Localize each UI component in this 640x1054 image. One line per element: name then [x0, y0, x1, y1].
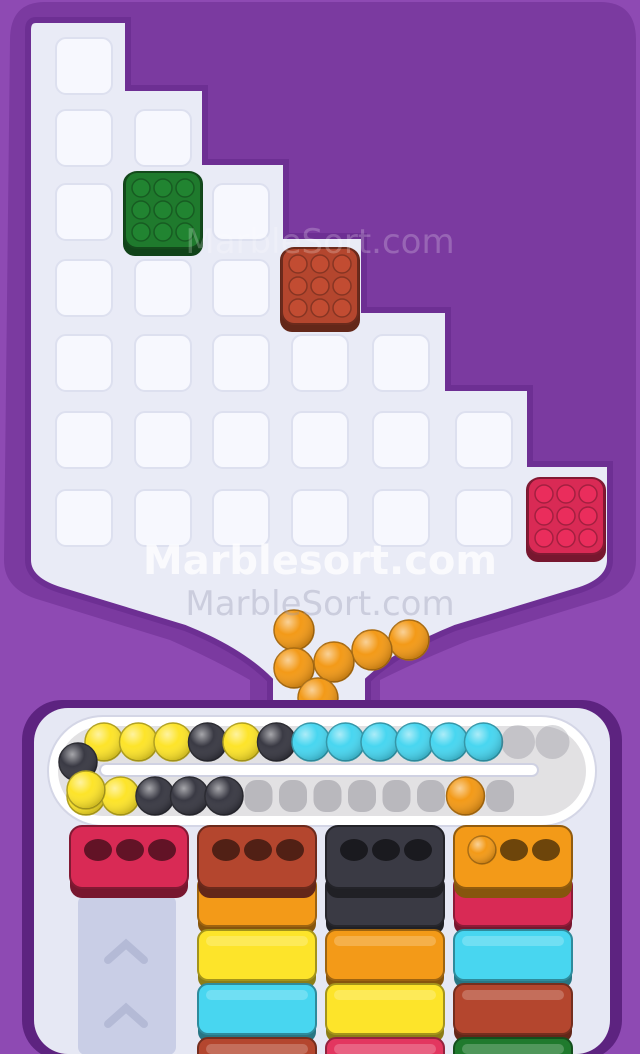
- empty-track-slot: [279, 780, 307, 812]
- empty-cell[interactable]: [55, 183, 113, 241]
- collector-hole: [212, 839, 240, 861]
- conveyor-marble: [222, 722, 262, 762]
- conveyor-marble: [169, 776, 210, 816]
- conveyor-marble: [463, 722, 504, 762]
- yellow-queued-box: [325, 983, 445, 1042]
- conveyor-marble: [135, 776, 175, 816]
- empty-cell[interactable]: [372, 334, 430, 392]
- green-queued-box: [453, 1037, 573, 1054]
- game-stage: [4, 2, 636, 1054]
- green-marble-block[interactable]: [123, 171, 203, 256]
- empty-cell[interactable]: [212, 411, 270, 469]
- cyan-queued-box: [197, 983, 317, 1042]
- collector-hole: [276, 839, 304, 861]
- empty-track-slot: [501, 725, 535, 759]
- empty-cell[interactable]: [291, 411, 349, 469]
- empty-cell[interactable]: [134, 259, 192, 317]
- empty-cell[interactable]: [134, 109, 192, 167]
- empty-cell[interactable]: [55, 37, 113, 95]
- empty-track-slot: [244, 780, 273, 812]
- conveyor-marble: [256, 722, 297, 762]
- empty-cell[interactable]: [291, 489, 349, 547]
- conveyor-marble: [118, 722, 159, 762]
- pink-marble-block[interactable]: [526, 477, 606, 562]
- conveyor-marble: [325, 722, 366, 762]
- collector-hole: [148, 839, 176, 861]
- empty-track-slot: [486, 780, 514, 812]
- empty-cell[interactable]: [55, 259, 113, 317]
- conveyor-marble: [187, 722, 228, 762]
- conveyor-marble: [153, 722, 193, 762]
- conveyor-marble: [100, 776, 141, 816]
- empty-cell[interactable]: [55, 411, 113, 469]
- queue-column-empty: [78, 895, 176, 1054]
- collected-marble: [467, 835, 497, 865]
- funnel-marble: [313, 641, 355, 683]
- red-queued-box: [325, 1037, 445, 1054]
- collector-orange[interactable]: [453, 825, 573, 898]
- collector-dark[interactable]: [325, 825, 445, 898]
- empty-cell[interactable]: [212, 259, 270, 317]
- empty-track-slot: [348, 780, 376, 812]
- funnel-marble: [273, 609, 315, 651]
- conveyor-marble: [66, 770, 106, 810]
- empty-cell[interactable]: [372, 489, 430, 547]
- empty-cell[interactable]: [134, 489, 192, 547]
- collector-hole: [404, 839, 432, 861]
- empty-track-slot: [382, 780, 411, 812]
- empty-cell[interactable]: [55, 489, 113, 547]
- collector-hole: [532, 839, 560, 861]
- brown-queued-box: [197, 1037, 317, 1054]
- conveyor-marble: [360, 722, 400, 762]
- conveyor-marble: [429, 722, 469, 762]
- empty-cell[interactable]: [372, 411, 430, 469]
- empty-cell[interactable]: [455, 411, 513, 469]
- empty-cell[interactable]: [55, 334, 113, 392]
- empty-track-slot: [313, 780, 342, 812]
- collector-brown[interactable]: [197, 825, 317, 898]
- queue-columns: [197, 875, 573, 1054]
- empty-cell[interactable]: [212, 183, 270, 241]
- collector-hole: [244, 839, 272, 861]
- funnel-marble: [388, 619, 430, 661]
- orange-queued-box: [325, 929, 445, 988]
- conveyor-marble: [291, 722, 331, 762]
- brown-marble-block[interactable]: [280, 247, 360, 332]
- empty-track-slot: [417, 780, 445, 812]
- collector-pink[interactable]: [69, 825, 189, 898]
- collector-hole: [116, 839, 144, 861]
- cyan-queued-box: [453, 929, 573, 988]
- empty-cell[interactable]: [134, 411, 192, 469]
- collector-hole: [340, 839, 368, 861]
- collector-hole: [84, 839, 112, 861]
- empty-cell[interactable]: [291, 334, 349, 392]
- collector-hole: [500, 839, 528, 861]
- conveyor-marble: [204, 776, 244, 816]
- empty-cell[interactable]: [55, 109, 113, 167]
- conveyor-marble: [445, 776, 486, 816]
- conveyor-marble: [394, 722, 435, 762]
- collector-hole: [372, 839, 400, 861]
- funnel-marble: [351, 629, 393, 671]
- empty-cell[interactable]: [134, 334, 192, 392]
- yellow-queued-box: [197, 929, 317, 988]
- brown-queued-box: [453, 983, 573, 1042]
- empty-cell[interactable]: [212, 334, 270, 392]
- empty-cell[interactable]: [212, 489, 270, 547]
- empty-cell[interactable]: [455, 489, 513, 547]
- empty-track-slot: [535, 725, 570, 759]
